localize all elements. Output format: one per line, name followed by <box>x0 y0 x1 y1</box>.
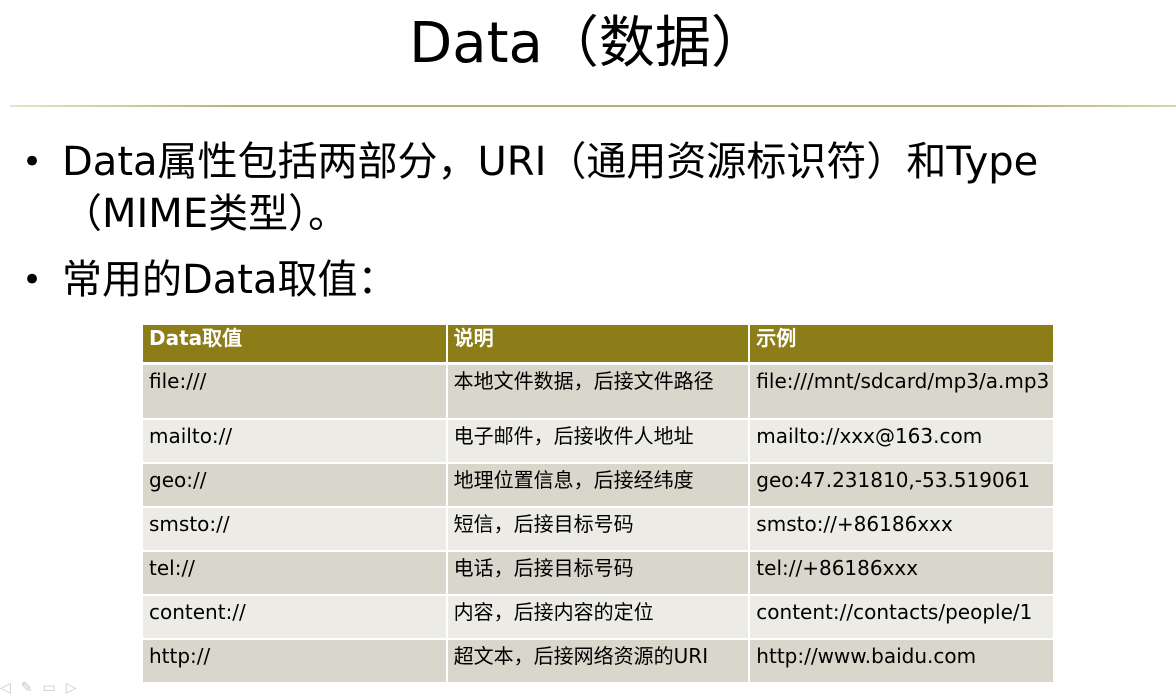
cell-example: http://www.baidu.com <box>748 639 1053 683</box>
table-row: tel:// 电话，后接目标号码 tel://+86186xxx <box>143 551 1053 595</box>
menu-icon[interactable]: ▭ <box>43 680 66 694</box>
pen-icon[interactable]: ✎ <box>21 680 43 694</box>
cell-description: 短信，后接目标号码 <box>445 507 750 551</box>
table-row: content:// 内容，后接内容的定位 content://contacts… <box>143 595 1053 639</box>
cell-scheme: mailto:// <box>143 419 447 463</box>
data-values-table: Data取值 说明 示例 file:/// 本地文件数据，后接文件路径 file… <box>143 325 1053 684</box>
cell-scheme: geo:// <box>143 463 447 507</box>
cell-example: file:///mnt/sdcard/mp3/a.mp3 <box>748 363 1053 419</box>
cell-scheme: smsto:// <box>143 507 447 551</box>
cell-example: content://contacts/people/1 <box>748 595 1053 639</box>
cell-description: 超文本，后接网络资源的URI <box>445 639 750 683</box>
cell-example: tel://+86186xxx <box>748 551 1053 595</box>
cell-scheme: http:// <box>143 639 447 683</box>
slideshow-nav: ◁✎▭▷ <box>0 680 140 694</box>
table-row: http:// 超文本，后接网络资源的URI http://www.baidu.… <box>143 639 1053 683</box>
title-divider <box>10 105 1176 107</box>
bullet-list: • Data属性包括两部分，URI（通用资源标识符）和Type（MIME类型）。… <box>22 136 1172 320</box>
table-row: geo:// 地理位置信息，后接经纬度 geo:47.231810,-53.51… <box>143 463 1053 507</box>
bullet-text: Data属性包括两部分，URI（通用资源标识符）和Type（MIME类型）。 <box>62 139 1039 237</box>
cell-description: 内容，后接内容的定位 <box>445 595 750 639</box>
bullet-dot-icon: • <box>22 260 43 300</box>
cell-description: 本地文件数据，后接文件路径 <box>445 363 750 419</box>
cell-example: geo:47.231810,-53.519061 <box>748 463 1053 507</box>
bullet-dot-icon: • <box>22 142 43 182</box>
table-body: file:/// 本地文件数据，后接文件路径 file:///mnt/sdcar… <box>143 363 1053 683</box>
table-row: file:/// 本地文件数据，后接文件路径 file:///mnt/sdcar… <box>143 363 1053 419</box>
slide: Data（数据） • Data属性包括两部分，URI（通用资源标识符）和Type… <box>0 0 1176 694</box>
bullet-item: • Data属性包括两部分，URI（通用资源标识符）和Type（MIME类型）。 <box>22 136 1172 240</box>
cell-scheme: tel:// <box>143 551 447 595</box>
table-row: mailto:// 电子邮件，后接收件人地址 mailto://xxx@163.… <box>143 419 1053 463</box>
table-row: smsto:// 短信，后接目标号码 smsto://+86186xxx <box>143 507 1053 551</box>
next-slide-icon[interactable]: ▷ <box>66 680 87 694</box>
bullet-text: 常用的Data取值： <box>62 257 398 303</box>
cell-example: mailto://xxx@163.com <box>748 419 1053 463</box>
cell-description: 电子邮件，后接收件人地址 <box>445 419 750 463</box>
header-data-value: Data取值 <box>143 325 447 365</box>
cell-description: 地理位置信息，后接经纬度 <box>445 463 750 507</box>
table-header-row: Data取值 说明 示例 <box>143 325 1053 365</box>
cell-scheme: file:/// <box>143 363 447 419</box>
cell-scheme: content:// <box>143 595 447 639</box>
bullet-item: • 常用的Data取值： <box>22 254 1172 306</box>
table-header: Data取值 说明 示例 <box>143 325 1053 365</box>
cell-example: smsto://+86186xxx <box>748 507 1053 551</box>
cell-description: 电话，后接目标号码 <box>445 551 750 595</box>
prev-slide-icon[interactable]: ◁ <box>0 680 21 694</box>
header-description: 说明 <box>445 325 750 365</box>
header-example: 示例 <box>748 325 1053 365</box>
slide-title: Data（数据） <box>409 11 767 76</box>
